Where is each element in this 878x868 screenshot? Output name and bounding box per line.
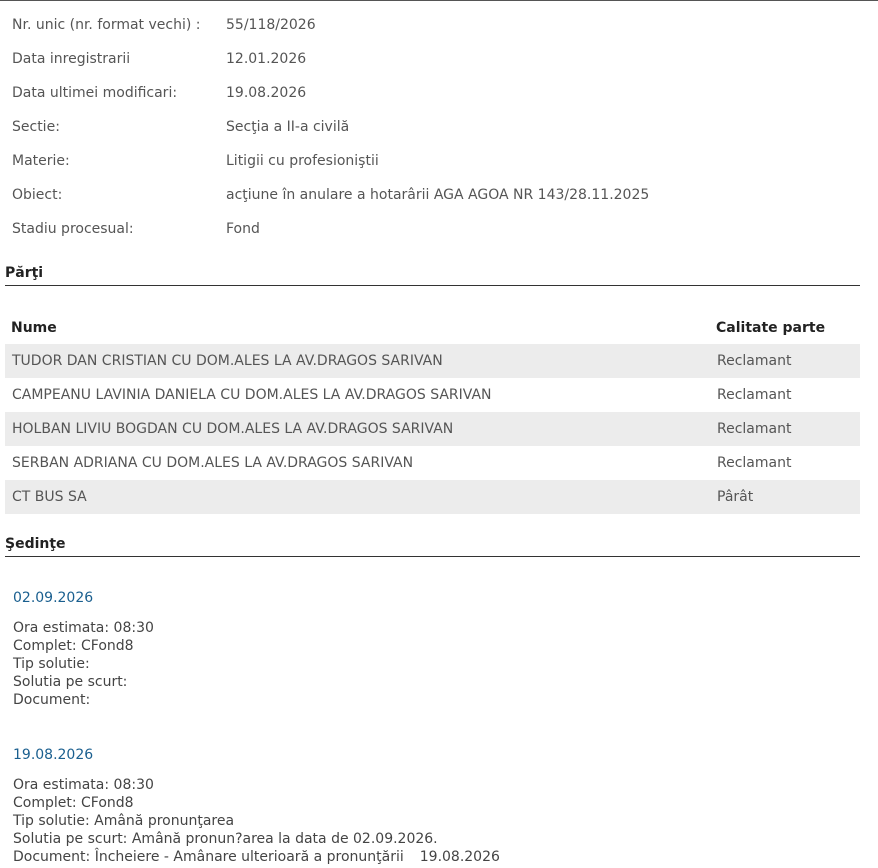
info-value: 55/118/2026 — [226, 17, 316, 33]
info-row-nr-unic: Nr. unic (nr. format vechi) : 55/118/202… — [6, 8, 655, 42]
sedinta-date: 02.09.2026 — [13, 590, 94, 606]
party-name: HOLBAN LIVIU BOGDAN CU DOM.ALES LA AV.DR… — [5, 412, 710, 446]
table-row: CAMPEANU LAVINIA DANIELA CU DOM.ALES LA … — [5, 378, 860, 412]
table-row: TUDOR DAN CRISTIAN CU DOM.ALES LA AV.DRA… — [5, 344, 860, 378]
info-label: Obiect: — [12, 187, 63, 203]
info-label: Stadiu procesual: — [12, 221, 134, 237]
info-value: Fond — [226, 221, 260, 237]
sedinta-tip-solutie: Tip solutie: — [13, 656, 90, 672]
party-role: Pârât — [710, 480, 860, 514]
info-row-data-inregistrarii: Data inregistrarii 12.01.2026 — [6, 42, 655, 76]
info-label: Data inregistrarii — [12, 51, 131, 67]
sedinta-document-link[interactable]: Document: Încheiere - Amânare ulterioară… — [13, 849, 404, 865]
party-role: Reclamant — [710, 344, 860, 378]
info-value: 19.08.2026 — [226, 85, 307, 101]
sedinta-ora: Ora estimata: 08:30 — [13, 620, 154, 636]
sedinta-document-date: 19.08.2026 — [419, 849, 500, 865]
table-row: SERBAN ADRIANA CU DOM.ALES LA AV.DRAGOS … — [5, 446, 860, 480]
info-label: Data ultimei modificari: — [12, 85, 178, 101]
info-value: Secţia a II-a civilă — [226, 119, 350, 135]
sedinte-section-title: Şedinţe — [5, 536, 860, 557]
info-row-sectie: Sectie: Secţia a II-a civilă — [6, 110, 655, 144]
top-border — [0, 0, 878, 1]
case-info-table: Nr. unic (nr. format vechi) : 55/118/202… — [6, 8, 655, 246]
party-name: CT BUS SA — [5, 480, 710, 514]
sedinta-date: 19.08.2026 — [13, 747, 94, 763]
sedinta-solutia: Solutia pe scurt: — [13, 674, 128, 690]
info-row-stadiu: Stadiu procesual: Fond — [6, 212, 655, 246]
sedinta-tip-solutie: Tip solutie: Amână pronunţarea — [13, 813, 235, 829]
sedinta-document: Document: — [13, 692, 91, 708]
party-name: SERBAN ADRIANA CU DOM.ALES LA AV.DRAGOS … — [12, 455, 414, 471]
sedinta-document-line: Document: Încheiere - Amânare ulterioară… — [13, 848, 500, 866]
parti-header-row: Nume Calitate parte — [5, 312, 860, 344]
sedinta-complet: Complet: CFond8 — [13, 638, 134, 654]
party-role: Reclamant — [710, 412, 860, 446]
party-role: Reclamant — [717, 387, 792, 403]
info-value: 12.01.2026 — [226, 51, 307, 67]
sedinta-ora: Ora estimata: 08:30 — [13, 777, 154, 793]
info-label: Nr. unic (nr. format vechi) : — [12, 17, 201, 33]
nume-column-header: Nume — [11, 320, 57, 336]
parti-table: Nume Calitate parte TUDOR DAN CRISTIAN C… — [5, 312, 860, 514]
table-row: CT BUS SA Pârât — [5, 480, 860, 514]
info-row-obiect: Obiect: acţiune în anulare a hotarârii A… — [6, 178, 655, 212]
info-label: Materie: — [12, 153, 70, 169]
info-value: acţiune în anulare a hotarârii AGA AGOA … — [226, 187, 650, 203]
info-label: Sectie: — [12, 119, 60, 135]
calitate-column-header: Calitate parte — [716, 320, 826, 336]
sedinta-solutia: Solutia pe scurt: Amână pronun?area la d… — [13, 831, 438, 847]
sedinta-block: 02.09.2026 Ora estimata: 08:30 Complet: … — [13, 590, 154, 709]
info-row-data-modificari: Data ultimei modificari: 19.08.2026 — [6, 76, 655, 110]
party-role: Reclamant — [717, 455, 792, 471]
sedinta-block: 19.08.2026 Ora estimata: 08:30 Complet: … — [13, 747, 500, 866]
info-row-materie: Materie: Litigii cu profesioniştii — [6, 144, 655, 178]
party-name: CAMPEANU LAVINIA DANIELA CU DOM.ALES LA … — [12, 387, 492, 403]
table-row: HOLBAN LIVIU BOGDAN CU DOM.ALES LA AV.DR… — [5, 412, 860, 446]
party-name: TUDOR DAN CRISTIAN CU DOM.ALES LA AV.DRA… — [5, 344, 710, 378]
sedinta-complet: Complet: CFond8 — [13, 795, 134, 811]
info-value: Litigii cu profesioniştii — [226, 153, 379, 169]
parti-section-title: Părţi — [5, 265, 860, 286]
